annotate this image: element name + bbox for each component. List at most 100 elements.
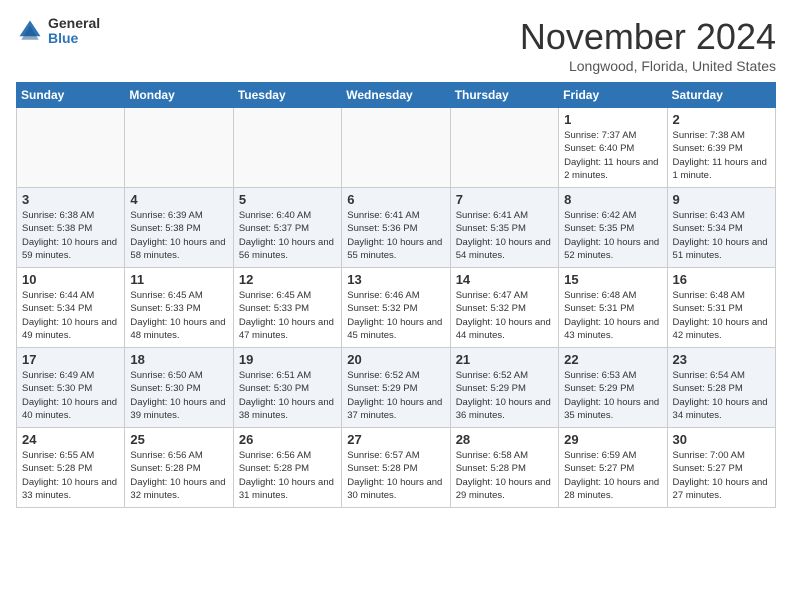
day-number: 29 xyxy=(564,432,661,447)
day-number: 14 xyxy=(456,272,553,287)
calendar-cell: 23Sunrise: 6:54 AMSunset: 5:28 PMDayligh… xyxy=(667,348,775,428)
weekday-header-row: SundayMondayTuesdayWednesdayThursdayFrid… xyxy=(17,83,776,108)
day-info: Sunrise: 6:42 AMSunset: 5:35 PMDaylight:… xyxy=(564,209,661,262)
logo-icon xyxy=(16,17,44,45)
day-info: Sunrise: 6:45 AMSunset: 5:33 PMDaylight:… xyxy=(130,289,227,342)
day-number: 10 xyxy=(22,272,119,287)
title-block: November 2024 Longwood, Florida, United … xyxy=(520,16,776,74)
day-info: Sunrise: 6:50 AMSunset: 5:30 PMDaylight:… xyxy=(130,369,227,422)
calendar-cell: 19Sunrise: 6:51 AMSunset: 5:30 PMDayligh… xyxy=(233,348,341,428)
day-info: Sunrise: 6:41 AMSunset: 5:36 PMDaylight:… xyxy=(347,209,444,262)
calendar-cell: 30 Sunrise: 7:00 AMSunset: 5:27 PMDayligh… xyxy=(667,428,775,508)
day-info: Sunrise: 7:37 AMSunset: 6:40 PMDaylight:… xyxy=(564,129,661,182)
day-number: 18 xyxy=(130,352,227,367)
day-info: Sunrise: 6:52 AMSunset: 5:29 PMDaylight:… xyxy=(456,369,553,422)
weekday-header-thursday: Thursday xyxy=(450,83,558,108)
calendar-week-row: 10 Sunrise: 6:44 AMSunset: 5:34 PMDayligh… xyxy=(17,268,776,348)
calendar-cell: 1 Sunrise: 7:37 AMSunset: 6:40 PMDaylight… xyxy=(559,108,667,188)
weekday-header-wednesday: Wednesday xyxy=(342,83,450,108)
day-info: Sunrise: 6:49 AMSunset: 5:30 PMDaylight:… xyxy=(22,369,119,422)
day-number: 6 xyxy=(347,192,444,207)
weekday-header-saturday: Saturday xyxy=(667,83,775,108)
calendar-cell: 24 Sunrise: 6:55 AMSunset: 5:28 PMDayligh… xyxy=(17,428,125,508)
day-info: Sunrise: 6:40 AMSunset: 5:37 PMDaylight:… xyxy=(239,209,336,262)
page-header: General Blue November 2024 Longwood, Flo… xyxy=(16,16,776,74)
day-number: 16 xyxy=(673,272,770,287)
calendar-cell: 14 Sunrise: 6:47 AMSunset: 5:32 PMDayligh… xyxy=(450,268,558,348)
calendar-cell xyxy=(125,108,233,188)
day-info: Sunrise: 6:58 AMSunset: 5:28 PMDaylight:… xyxy=(456,449,553,502)
calendar-week-row: 17 Sunrise: 6:49 AMSunset: 5:30 PMDayligh… xyxy=(17,348,776,428)
day-number: 7 xyxy=(456,192,553,207)
day-info: Sunrise: 7:00 AMSunset: 5:27 PMDaylight:… xyxy=(673,449,770,502)
calendar-cell xyxy=(17,108,125,188)
day-info: Sunrise: 6:48 AMSunset: 5:31 PMDaylight:… xyxy=(564,289,661,342)
day-info: Sunrise: 6:45 AMSunset: 5:33 PMDaylight:… xyxy=(239,289,336,342)
day-number: 28 xyxy=(456,432,553,447)
calendar-cell: 15Sunrise: 6:48 AMSunset: 5:31 PMDayligh… xyxy=(559,268,667,348)
day-info: Sunrise: 6:47 AMSunset: 5:32 PMDaylight:… xyxy=(456,289,553,342)
day-number: 22 xyxy=(564,352,661,367)
calendar-cell: 21Sunrise: 6:52 AMSunset: 5:29 PMDayligh… xyxy=(450,348,558,428)
weekday-header-friday: Friday xyxy=(559,83,667,108)
calendar-cell xyxy=(450,108,558,188)
calendar-cell: 9Sunrise: 6:43 AMSunset: 5:34 PMDaylight… xyxy=(667,188,775,268)
logo-blue-text: Blue xyxy=(48,31,100,46)
calendar-cell: 18 Sunrise: 6:50 AMSunset: 5:30 PMDayligh… xyxy=(125,348,233,428)
calendar-cell: 10 Sunrise: 6:44 AMSunset: 5:34 PMDayligh… xyxy=(17,268,125,348)
day-number: 24 xyxy=(22,432,119,447)
day-info: Sunrise: 6:57 AMSunset: 5:28 PMDaylight:… xyxy=(347,449,444,502)
day-number: 26 xyxy=(239,432,336,447)
calendar-cell: 29Sunrise: 6:59 AMSunset: 5:27 PMDayligh… xyxy=(559,428,667,508)
weekday-header-sunday: Sunday xyxy=(17,83,125,108)
day-info: Sunrise: 6:44 AMSunset: 5:34 PMDaylight:… xyxy=(22,289,119,342)
day-info: Sunrise: 7:38 AMSunset: 6:39 PMDaylight:… xyxy=(673,129,770,182)
calendar-cell xyxy=(233,108,341,188)
calendar-table: SundayMondayTuesdayWednesdayThursdayFrid… xyxy=(16,82,776,508)
day-info: Sunrise: 6:52 AMSunset: 5:29 PMDaylight:… xyxy=(347,369,444,422)
calendar-cell: 28 Sunrise: 6:58 AMSunset: 5:28 PMDayligh… xyxy=(450,428,558,508)
day-number: 4 xyxy=(130,192,227,207)
day-info: Sunrise: 6:48 AMSunset: 5:31 PMDaylight:… xyxy=(673,289,770,342)
calendar-cell: 8 Sunrise: 6:42 AMSunset: 5:35 PMDaylight… xyxy=(559,188,667,268)
day-info: Sunrise: 6:43 AMSunset: 5:34 PMDaylight:… xyxy=(673,209,770,262)
calendar-cell: 11 Sunrise: 6:45 AMSunset: 5:33 PMDayligh… xyxy=(125,268,233,348)
calendar-cell: 27 Sunrise: 6:57 AMSunset: 5:28 PMDayligh… xyxy=(342,428,450,508)
day-number: 17 xyxy=(22,352,119,367)
day-number: 5 xyxy=(239,192,336,207)
day-info: Sunrise: 6:53 AMSunset: 5:29 PMDaylight:… xyxy=(564,369,661,422)
calendar-cell: 16 Sunrise: 6:48 AMSunset: 5:31 PMDayligh… xyxy=(667,268,775,348)
day-info: Sunrise: 6:56 AMSunset: 5:28 PMDaylight:… xyxy=(239,449,336,502)
day-info: Sunrise: 6:39 AMSunset: 5:38 PMDaylight:… xyxy=(130,209,227,262)
calendar-cell: 13Sunrise: 6:46 AMSunset: 5:32 PMDayligh… xyxy=(342,268,450,348)
day-number: 8 xyxy=(564,192,661,207)
day-number: 1 xyxy=(564,112,661,127)
day-number: 11 xyxy=(130,272,227,287)
logo-general-text: General xyxy=(48,16,100,31)
calendar-cell: 2Sunrise: 7:38 AMSunset: 6:39 PMDaylight… xyxy=(667,108,775,188)
weekday-header-tuesday: Tuesday xyxy=(233,83,341,108)
calendar-cell: 20Sunrise: 6:52 AMSunset: 5:29 PMDayligh… xyxy=(342,348,450,428)
logo-text: General Blue xyxy=(48,16,100,47)
calendar-week-row: 3Sunrise: 6:38 AMSunset: 5:38 PMDaylight… xyxy=(17,188,776,268)
day-number: 12 xyxy=(239,272,336,287)
calendar-cell: 25 Sunrise: 6:56 AMSunset: 5:28 PMDayligh… xyxy=(125,428,233,508)
day-number: 27 xyxy=(347,432,444,447)
day-number: 13 xyxy=(347,272,444,287)
calendar-cell xyxy=(342,108,450,188)
day-info: Sunrise: 6:38 AMSunset: 5:38 PMDaylight:… xyxy=(22,209,119,262)
weekday-header-monday: Monday xyxy=(125,83,233,108)
day-info: Sunrise: 6:55 AMSunset: 5:28 PMDaylight:… xyxy=(22,449,119,502)
day-number: 30 xyxy=(673,432,770,447)
calendar-cell: 22 Sunrise: 6:53 AMSunset: 5:29 PMDayligh… xyxy=(559,348,667,428)
location-text: Longwood, Florida, United States xyxy=(520,58,776,74)
day-info: Sunrise: 6:56 AMSunset: 5:28 PMDaylight:… xyxy=(130,449,227,502)
calendar-cell: 6 Sunrise: 6:41 AMSunset: 5:36 PMDaylight… xyxy=(342,188,450,268)
logo: General Blue xyxy=(16,16,100,47)
calendar-cell: 26 Sunrise: 6:56 AMSunset: 5:28 PMDayligh… xyxy=(233,428,341,508)
calendar-cell: 7Sunrise: 6:41 AMSunset: 5:35 PMDaylight… xyxy=(450,188,558,268)
calendar-week-row: 1 Sunrise: 7:37 AMSunset: 6:40 PMDaylight… xyxy=(17,108,776,188)
calendar-week-row: 24 Sunrise: 6:55 AMSunset: 5:28 PMDayligh… xyxy=(17,428,776,508)
day-number: 23 xyxy=(673,352,770,367)
day-number: 25 xyxy=(130,432,227,447)
